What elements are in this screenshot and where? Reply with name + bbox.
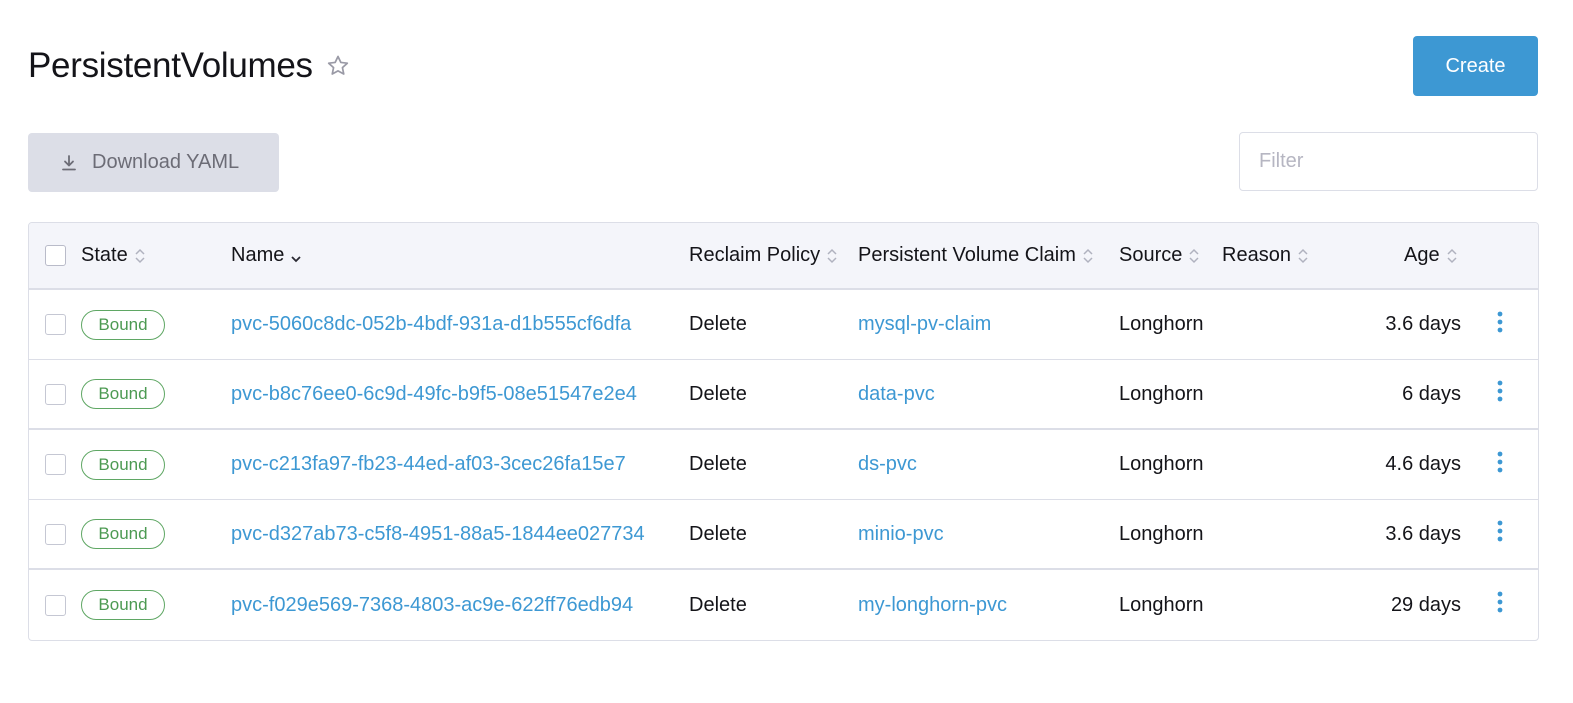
table-row: Bound pvc-d327ab73-c5f8-4951-88a5-1844ee… xyxy=(29,500,1538,570)
row-checkbox[interactable] xyxy=(45,523,66,545)
persistent-volumes-page: PersistentVolumes Create Download YAML S… xyxy=(0,0,1573,703)
reclaim-policy-cell: Delete xyxy=(689,382,747,405)
column-label-source: Source xyxy=(1119,244,1183,266)
volume-name-link[interactable]: pvc-f029e569-7368-4803-ac9e-622ff76edb94 xyxy=(231,570,633,640)
column-label-reason: Reason xyxy=(1222,244,1291,266)
kebab-menu-icon xyxy=(1497,519,1503,549)
page-title: PersistentVolumes xyxy=(28,46,313,85)
volume-name-link[interactable]: pvc-5060c8dc-052b-4bdf-931a-d1b555cf6dfa xyxy=(231,290,631,359)
select-all-checkbox[interactable] xyxy=(45,245,66,266)
state-cell: Bound xyxy=(81,360,165,428)
source-cell: Longhorn xyxy=(1119,593,1204,616)
kebab-menu-icon xyxy=(1497,590,1503,620)
title-row: PersistentVolumes xyxy=(28,42,351,90)
column-label-name: Name xyxy=(231,244,285,266)
row-checkbox[interactable] xyxy=(45,383,66,405)
column-header-reclaim-policy[interactable]: Reclaim Policy xyxy=(689,223,838,288)
age-cell: 3.6 days xyxy=(1385,313,1461,335)
column-header-reason[interactable]: Reason xyxy=(1222,223,1309,288)
pvc-link[interactable]: my-longhorn-pvc xyxy=(858,570,1007,640)
select-all-cell xyxy=(45,223,66,288)
pvc-link[interactable]: mysql-pv-claim xyxy=(858,290,991,359)
column-header-state[interactable]: State xyxy=(81,223,146,288)
row-select-cell xyxy=(45,570,66,640)
volume-name-link[interactable]: pvc-d327ab73-c5f8-4951-88a5-1844ee027734 xyxy=(231,500,645,568)
source-cell: Longhorn xyxy=(1119,522,1204,545)
source-cell: Longhorn xyxy=(1119,453,1204,475)
download-icon xyxy=(60,154,78,172)
download-yaml-button[interactable]: Download YAML xyxy=(28,133,279,192)
kebab-menu-icon xyxy=(1497,310,1503,340)
state-cell: Bound xyxy=(81,570,165,640)
volume-name-link[interactable]: pvc-b8c76ee0-6c9d-49fc-b9f5-08e51547e2e4 xyxy=(231,360,637,428)
age-cell: 29 days xyxy=(1390,593,1461,616)
column-header-source[interactable]: Source xyxy=(1119,223,1200,288)
reclaim-policy-cell: Delete xyxy=(689,313,747,335)
state-badge: Bound xyxy=(81,590,165,620)
age-cell: 6 days xyxy=(1402,382,1461,405)
table-row: Bound pvc-5060c8dc-052b-4bdf-931a-d1b555… xyxy=(29,290,1538,360)
pvc-link[interactable]: data-pvc xyxy=(858,360,935,428)
row-select-cell xyxy=(45,360,66,428)
column-label-pvc: Persistent Volume Claim xyxy=(858,244,1076,266)
volume-name-link[interactable]: pvc-c213fa97-fb23-44ed-af03-3cec26fa15e7 xyxy=(231,430,626,499)
row-actions-button[interactable] xyxy=(1488,500,1512,568)
age-cell: 4.6 days xyxy=(1385,453,1461,475)
column-label-age: Age xyxy=(1404,244,1440,266)
table-row: Bound pvc-c213fa97-fb23-44ed-af03-3cec26… xyxy=(29,430,1538,500)
sort-icon xyxy=(1446,247,1458,265)
pvc-link[interactable]: minio-pvc xyxy=(858,500,944,568)
kebab-menu-icon xyxy=(1497,379,1503,409)
state-badge: Bound xyxy=(81,519,165,549)
table-body: Bound pvc-5060c8dc-052b-4bdf-931a-d1b555… xyxy=(29,290,1538,640)
column-header-age[interactable]: Age xyxy=(1404,223,1458,288)
column-label-state: State xyxy=(81,244,128,266)
sort-icon xyxy=(134,247,146,265)
row-checkbox[interactable] xyxy=(45,314,66,335)
row-actions-button[interactable] xyxy=(1488,360,1512,428)
star-icon[interactable] xyxy=(325,53,351,79)
table-header: State Name Reclaim Policy Persistent Vol… xyxy=(29,223,1538,290)
column-header-name[interactable]: Name xyxy=(231,223,302,288)
sort-icon xyxy=(1297,247,1309,265)
row-checkbox[interactable] xyxy=(45,594,66,616)
column-label-reclaim-policy: Reclaim Policy xyxy=(689,244,821,266)
row-select-cell xyxy=(45,290,66,359)
state-badge: Bound xyxy=(81,309,165,340)
row-checkbox[interactable] xyxy=(45,454,66,475)
download-yaml-label: Download YAML xyxy=(92,151,240,173)
column-header-pvc[interactable]: Persistent Volume Claim xyxy=(858,223,1094,288)
state-badge: Bound xyxy=(81,379,165,409)
source-cell: Longhorn xyxy=(1119,313,1204,335)
sort-icon xyxy=(826,247,838,265)
reclaim-policy-cell: Delete xyxy=(689,522,747,545)
row-actions-button[interactable] xyxy=(1488,290,1512,359)
table-row: Bound pvc-f029e569-7368-4803-ac9e-622ff7… xyxy=(29,570,1538,640)
source-cell: Longhorn xyxy=(1119,382,1204,405)
row-actions-button[interactable] xyxy=(1488,430,1512,499)
kebab-menu-icon xyxy=(1497,450,1503,480)
state-cell: Bound xyxy=(81,500,165,568)
create-button[interactable]: Create xyxy=(1413,36,1538,96)
row-actions-button[interactable] xyxy=(1488,570,1512,640)
sort-descending-icon xyxy=(290,247,302,265)
table-row: Bound pvc-b8c76ee0-6c9d-49fc-b9f5-08e515… xyxy=(29,360,1538,430)
row-select-cell xyxy=(45,500,66,568)
state-cell: Bound xyxy=(81,430,165,499)
reclaim-policy-cell: Delete xyxy=(689,453,747,475)
reclaim-policy-cell: Delete xyxy=(689,593,747,616)
filter-input[interactable] xyxy=(1239,132,1538,191)
sort-icon xyxy=(1082,247,1094,265)
state-badge: Bound xyxy=(81,449,165,480)
age-cell: 3.6 days xyxy=(1385,522,1461,545)
row-select-cell xyxy=(45,430,66,499)
persistent-volumes-table: State Name Reclaim Policy Persistent Vol… xyxy=(28,222,1539,641)
pvc-link[interactable]: ds-pvc xyxy=(858,430,917,499)
sort-icon xyxy=(1188,247,1200,265)
state-cell: Bound xyxy=(81,290,165,359)
